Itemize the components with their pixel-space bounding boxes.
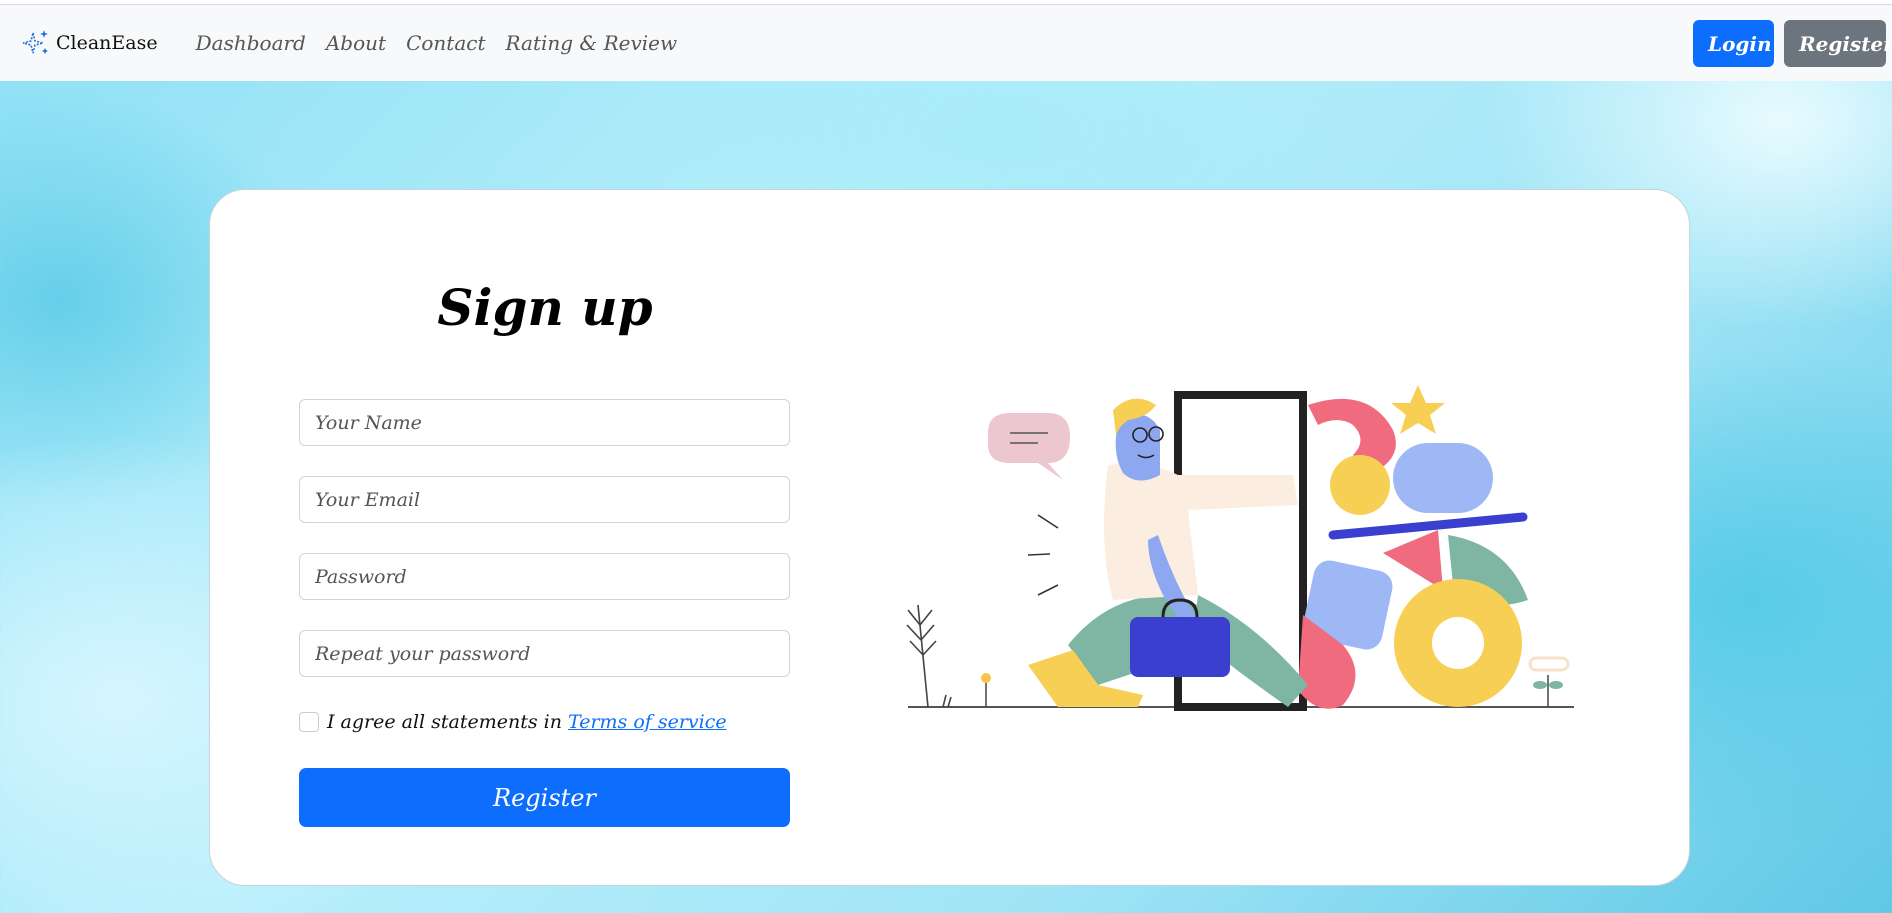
signup-card: Sign up I agree all statements in Terms …	[209, 189, 1690, 886]
email-input[interactable]	[299, 476, 790, 523]
terms-checkbox[interactable]	[299, 712, 319, 732]
terms-row: I agree all statements in Terms of servi…	[299, 711, 727, 733]
register-submit-button[interactable]: Register	[299, 768, 790, 827]
terms-text: I agree all statements in	[327, 711, 562, 733]
navbar: CleanEase Dashboard About Contact Rating…	[0, 5, 1892, 81]
nav-link-contact[interactable]: Contact	[406, 31, 485, 55]
nav-buttons: Login Register	[1693, 20, 1892, 67]
login-button[interactable]: Login	[1693, 20, 1774, 67]
repeat-password-input[interactable]	[299, 630, 790, 677]
page-title: Sign up	[437, 278, 653, 337]
signup-illustration	[898, 345, 1588, 715]
nav-link-about[interactable]: About	[326, 31, 386, 55]
nav-link-dashboard[interactable]: Dashboard	[196, 31, 306, 55]
name-input[interactable]	[299, 399, 790, 446]
terms-of-service-link[interactable]: Terms of service	[568, 711, 727, 733]
nav-link-rating-review[interactable]: Rating & Review	[506, 31, 678, 55]
password-input[interactable]	[299, 553, 790, 600]
sparkles-icon	[19, 27, 51, 59]
brand-name: CleanEase	[56, 32, 158, 54]
brand[interactable]: CleanEase	[19, 27, 158, 59]
register-nav-button[interactable]: Register	[1784, 20, 1892, 67]
nav-links: Dashboard About Contact Rating & Review	[196, 31, 698, 55]
